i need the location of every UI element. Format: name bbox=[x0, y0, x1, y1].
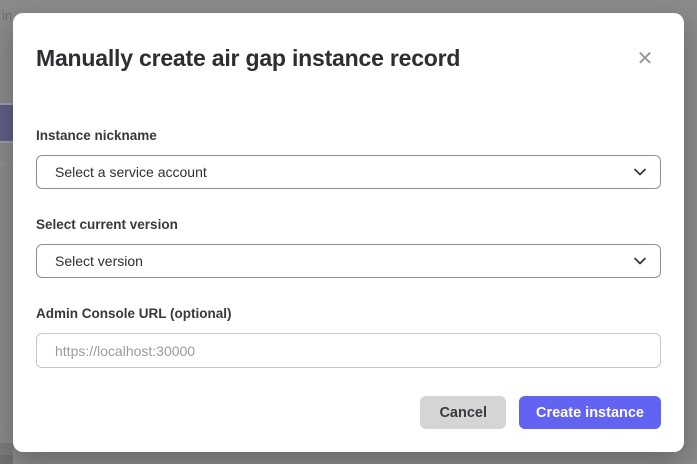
chevron-down-icon bbox=[634, 257, 646, 265]
cancel-button[interactable]: Cancel bbox=[420, 396, 506, 429]
close-button[interactable]: ✕ bbox=[632, 45, 658, 71]
modal-title: Manually create air gap instance record bbox=[36, 44, 661, 72]
service-account-select[interactable]: Select a service account bbox=[36, 155, 661, 189]
background-clipped-text: in bbox=[2, 8, 12, 23]
close-icon: ✕ bbox=[637, 48, 654, 68]
admin-console-url-input[interactable] bbox=[36, 333, 661, 368]
chevron-down-icon bbox=[634, 168, 646, 176]
background-row-divider bbox=[0, 141, 13, 143]
field-admin-console-url: Admin Console URL (optional) bbox=[36, 306, 661, 368]
background-selected-row bbox=[0, 105, 13, 141]
service-account-select-value: Select a service account bbox=[55, 164, 634, 180]
instance-nickname-label: Instance nickname bbox=[36, 128, 661, 143]
create-air-gap-instance-modal: Manually create air gap instance record … bbox=[13, 13, 684, 452]
field-instance-nickname: Instance nickname Select a service accou… bbox=[36, 128, 661, 189]
modal-footer: Cancel Create instance bbox=[36, 396, 661, 429]
create-instance-form: Instance nickname Select a service accou… bbox=[36, 128, 661, 429]
field-current-version: Select current version Select version bbox=[36, 217, 661, 278]
background-row-divider bbox=[0, 163, 13, 164]
admin-console-url-label: Admin Console URL (optional) bbox=[36, 306, 661, 321]
version-select[interactable]: Select version bbox=[36, 244, 661, 278]
create-instance-button[interactable]: Create instance bbox=[519, 396, 661, 429]
version-select-value: Select version bbox=[55, 253, 634, 269]
background-footer-strip bbox=[0, 455, 13, 464]
current-version-label: Select current version bbox=[36, 217, 661, 232]
